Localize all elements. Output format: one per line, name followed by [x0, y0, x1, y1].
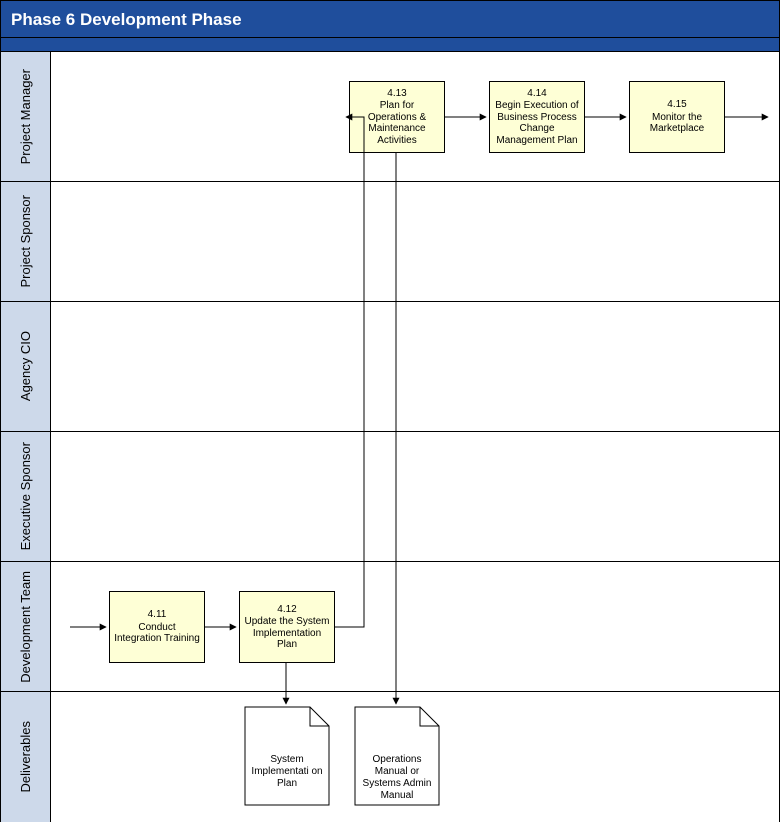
activity-4-12: 4.12 Update the System Implementation Pl… — [239, 591, 335, 663]
document-operations-manual: Operations Manual or Systems Admin Manua… — [354, 706, 440, 806]
document-system-implementation-plan: System Implementati on Plan — [244, 706, 330, 806]
lane-agency-cio: Agency CIO — [0, 302, 780, 432]
lane-executive-sponsor: Executive Sponsor — [0, 432, 780, 562]
diagram-title: Phase 6 Development Phase — [11, 10, 242, 29]
lane-label-pm: Project Manager — [1, 52, 51, 181]
lane-label-dev: Development Team — [1, 562, 51, 691]
activity-4-14: 4.14 Begin Execution of Business Process… — [489, 81, 585, 153]
lanes-container: Project Manager 4.13 Plan for Operations… — [0, 52, 780, 822]
lane-label-ps: Project Sponsor — [1, 182, 51, 301]
lane-body-pm: 4.13 Plan for Operations & Maintenance A… — [51, 52, 779, 181]
lane-development-team: Development Team 4.11 Conduct Integratio… — [0, 562, 780, 692]
lane-project-sponsor: Project Sponsor — [0, 182, 780, 302]
lane-project-manager: Project Manager 4.13 Plan for Operations… — [0, 52, 780, 182]
diagram-header: Phase 6 Development Phase — [0, 0, 780, 38]
lane-label-del: Deliverables — [1, 692, 51, 822]
activity-4-13: 4.13 Plan for Operations & Maintenance A… — [349, 81, 445, 153]
lane-label-es: Executive Sponsor — [1, 432, 51, 561]
activity-4-15: 4.15 Monitor the Marketplace — [629, 81, 725, 153]
lane-body-dev: 4.11 Conduct Integration Training 4.12 U… — [51, 562, 779, 691]
activity-4-11: 4.11 Conduct Integration Training — [109, 591, 205, 663]
lane-body-del: System Implementati on Plan Operations M… — [51, 692, 779, 822]
diagram-subheader — [0, 38, 780, 52]
lane-body-cio — [51, 302, 779, 431]
lane-deliverables: Deliverables System Implementati on Plan… — [0, 692, 780, 822]
swimlane-diagram: Phase 6 Development Phase Project Manage… — [0, 0, 780, 820]
lane-label-cio: Agency CIO — [1, 302, 51, 431]
lane-body-es — [51, 432, 779, 561]
lane-body-ps — [51, 182, 779, 301]
